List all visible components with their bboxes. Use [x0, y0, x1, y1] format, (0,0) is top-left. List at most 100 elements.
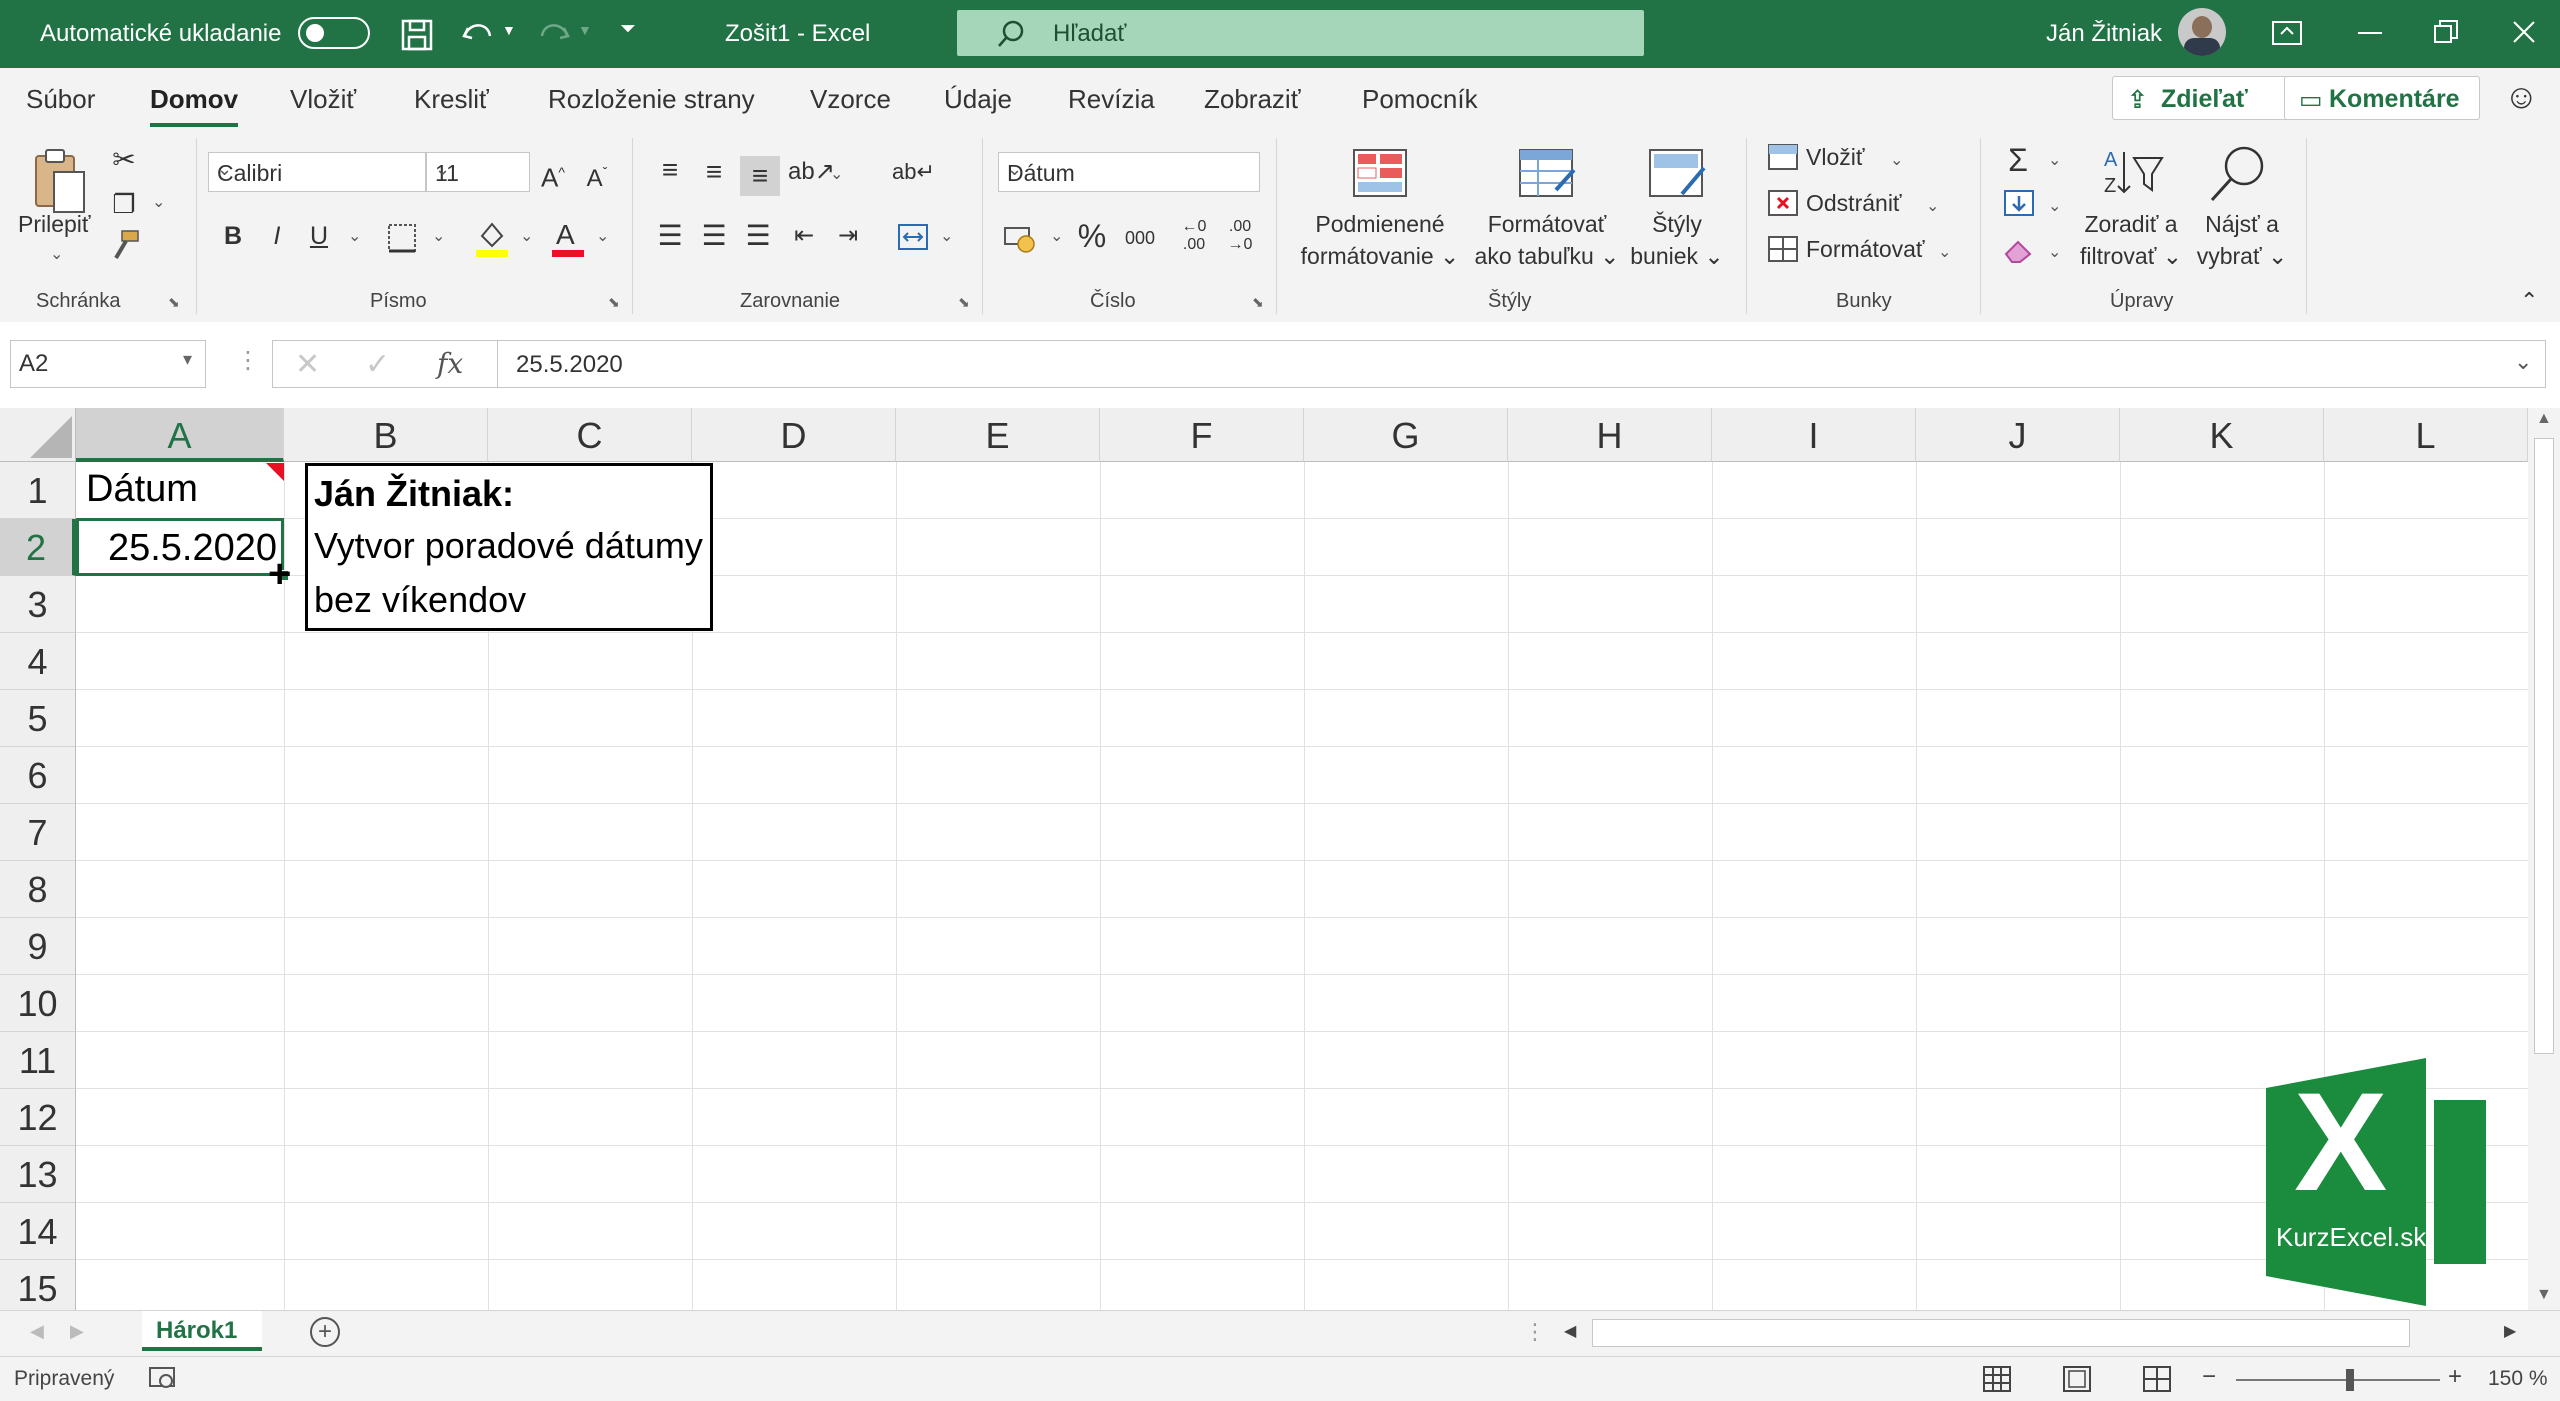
- cancel-icon[interactable]: ✕: [295, 347, 320, 382]
- fill-down-icon[interactable]: [2002, 188, 2036, 220]
- underline-button[interactable]: U: [304, 216, 334, 256]
- name-box[interactable]: A2 ▾: [10, 340, 206, 388]
- paste-label[interactable]: Prilepiť: [18, 208, 91, 240]
- autosum-dropdown-icon[interactable]: ⌄: [2048, 150, 2061, 170]
- column-header-c[interactable]: C: [488, 408, 692, 462]
- conditional-formatting-icon[interactable]: [1350, 146, 1410, 202]
- normal-view-icon[interactable]: [1982, 1365, 2012, 1393]
- tab-split-handle-icon[interactable]: ⋮: [1524, 1319, 1546, 1345]
- decrease-decimal-icon[interactable]: .00 →0: [1220, 218, 1260, 254]
- delete-cells-label[interactable]: Odstrániť: [1806, 190, 1902, 217]
- merge-center-icon[interactable]: [896, 222, 930, 252]
- page-break-view-icon[interactable]: [2142, 1365, 2172, 1393]
- row-header-6[interactable]: 6: [0, 747, 76, 804]
- accounting-dropdown-icon[interactable]: ⌄: [1050, 226, 1063, 246]
- zoom-level[interactable]: 150 %: [2488, 1367, 2548, 1391]
- enter-icon[interactable]: ✓: [365, 347, 390, 382]
- row-header-14[interactable]: 14: [0, 1203, 76, 1260]
- horizontal-scroll-thumb[interactable]: [1592, 1319, 2410, 1347]
- paste-dropdown-icon[interactable]: ⌄: [50, 244, 63, 264]
- font-name-select[interactable]: Calibri ⌄: [208, 152, 426, 192]
- accounting-format-icon[interactable]: [1002, 222, 1038, 254]
- next-sheet-icon[interactable]: ▶: [70, 1321, 84, 1342]
- cell-styles-icon[interactable]: [1646, 146, 1708, 202]
- autosum-icon[interactable]: Σ: [1998, 140, 2038, 180]
- column-header-j[interactable]: J: [1916, 408, 2120, 462]
- row-header-1[interactable]: 1: [0, 462, 76, 519]
- cut-icon[interactable]: ✂: [104, 140, 144, 180]
- align-right-icon[interactable]: ☰: [740, 216, 776, 256]
- orientation-icon[interactable]: ab↗: [788, 152, 835, 192]
- decrease-font-icon[interactable]: Aˇ: [580, 152, 614, 199]
- thousands-separator-button[interactable]: 000: [1118, 218, 1162, 258]
- zoom-in-icon[interactable]: +: [2448, 1363, 2462, 1391]
- column-header-i[interactable]: I: [1712, 408, 1916, 462]
- insert-cells-label[interactable]: Vložiť: [1806, 144, 1864, 171]
- tab-review[interactable]: Revízia: [1068, 84, 1155, 115]
- number-launcher-icon[interactable]: ⬊: [1252, 294, 1264, 311]
- find-select-label[interactable]: Nájsť a vybrať ⌄: [2192, 208, 2292, 272]
- column-header-e[interactable]: E: [896, 408, 1100, 462]
- merge-dropdown-icon[interactable]: ⌄: [940, 226, 953, 246]
- percent-button[interactable]: %: [1074, 216, 1110, 256]
- tab-draw[interactable]: Kresliť: [414, 84, 489, 115]
- underline-dropdown-icon[interactable]: ⌄: [348, 226, 361, 246]
- customize-toolbar-icon[interactable]: ⏷: [620, 18, 636, 41]
- vertical-scrollbar[interactable]: ▲ ▼: [2528, 408, 2560, 1310]
- add-sheet-icon[interactable]: +: [310, 1317, 340, 1347]
- horizontal-scrollbar[interactable]: ◀ ▶: [1556, 1315, 2530, 1351]
- undo-dropdown-icon[interactable]: ▼: [502, 22, 516, 38]
- delete-cells-icon[interactable]: [1766, 188, 1800, 218]
- align-center-icon[interactable]: ☰: [696, 216, 732, 256]
- column-header-a[interactable]: A: [76, 408, 284, 462]
- row-header-7[interactable]: 7: [0, 804, 76, 861]
- row-header-10[interactable]: 10: [0, 975, 76, 1032]
- column-header-f[interactable]: F: [1100, 408, 1304, 462]
- tab-insert[interactable]: Vložiť: [290, 84, 356, 115]
- vertical-scroll-thumb[interactable]: [2534, 438, 2554, 1054]
- align-left-icon[interactable]: ☰: [652, 216, 688, 256]
- feedback-smiley-icon[interactable]: ☺: [2504, 78, 2539, 117]
- minimize-icon[interactable]: [2358, 32, 2382, 34]
- save-icon[interactable]: [400, 18, 434, 52]
- fill-dropdown-icon[interactable]: ⌄: [520, 226, 533, 246]
- column-header-g[interactable]: G: [1304, 408, 1508, 462]
- zoom-slider-thumb[interactable]: [2346, 1369, 2354, 1391]
- alignment-launcher-icon[interactable]: ⬊: [958, 294, 970, 311]
- scroll-right-icon[interactable]: ▶: [2504, 1321, 2516, 1341]
- fill-color-icon[interactable]: [474, 218, 510, 258]
- sort-filter-label[interactable]: Zoradiť a filtrovať ⌄: [2074, 208, 2188, 272]
- share-button[interactable]: ⇪ Zdieľať: [2112, 76, 2288, 120]
- cell-comment[interactable]: Ján Žitniak: Vytvor poradové dátumy bez …: [305, 463, 713, 631]
- restore-icon[interactable]: [2432, 18, 2460, 46]
- row-header-13[interactable]: 13: [0, 1146, 76, 1203]
- zoom-out-icon[interactable]: −: [2202, 1363, 2216, 1391]
- wrap-text-icon[interactable]: ab↵: [892, 152, 935, 192]
- avatar[interactable]: [2178, 8, 2226, 56]
- scroll-up-icon[interactable]: ▲: [2536, 410, 2552, 428]
- tab-help[interactable]: Pomocník: [1362, 84, 1478, 115]
- font-color-icon[interactable]: A: [550, 218, 586, 258]
- increase-font-icon[interactable]: A^: [536, 152, 570, 198]
- format-cells-label[interactable]: Formátovať: [1806, 236, 1925, 263]
- row-header-5[interactable]: 5: [0, 690, 76, 747]
- column-header-h[interactable]: H: [1508, 408, 1712, 462]
- row-header-3[interactable]: 3: [0, 576, 76, 633]
- copy-icon[interactable]: ❐: [104, 184, 144, 224]
- decrease-indent-icon[interactable]: ⇤: [786, 216, 822, 256]
- tab-data[interactable]: Údaje: [944, 84, 1012, 115]
- zoom-slider[interactable]: [2236, 1379, 2440, 1381]
- font-launcher-icon[interactable]: ⬊: [608, 294, 620, 311]
- align-middle-icon[interactable]: ≡: [696, 152, 732, 192]
- copy-dropdown-icon[interactable]: ⌄: [152, 192, 165, 212]
- increase-decimal-icon[interactable]: ←0.00: [1174, 218, 1214, 254]
- row-header-15[interactable]: 15: [0, 1260, 76, 1310]
- search-box[interactable]: Hľadať: [957, 10, 1644, 56]
- tab-page-layout[interactable]: Rozloženie strany: [548, 84, 755, 115]
- clear-dropdown-icon[interactable]: ⌄: [2048, 242, 2061, 262]
- row-header-11[interactable]: 11: [0, 1032, 76, 1089]
- sheet-tab-harok1[interactable]: Hárok1: [142, 1311, 262, 1351]
- close-icon[interactable]: [2510, 18, 2538, 46]
- accessibility-icon[interactable]: [148, 1365, 178, 1391]
- format-painter-icon[interactable]: [108, 228, 142, 264]
